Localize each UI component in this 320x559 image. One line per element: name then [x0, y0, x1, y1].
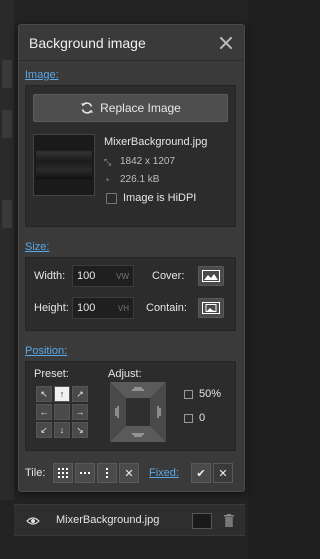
position-section-label: Position: [25, 345, 68, 357]
image-dimensions: 1842 x 1207 [120, 156, 176, 167]
resize-icon: ⤡ [104, 156, 112, 167]
preset-middle-left[interactable]: ← [36, 404, 52, 420]
image-icon [202, 302, 220, 314]
preset-bottom-left[interactable]: ↙ [36, 422, 52, 438]
toolbar-tab[interactable] [2, 110, 12, 138]
thumbnail-preview [36, 149, 92, 179]
preset-top-right[interactable]: ↗ [72, 386, 88, 402]
no-tile-button[interactable]: ✕ [119, 463, 139, 483]
dimensions-row: ⤡ 1842 x 1207 [104, 156, 175, 167]
eye-icon[interactable] [26, 516, 40, 526]
width-label: Width: [34, 270, 66, 282]
height-value: 100 [77, 302, 96, 314]
width-unit: VW [116, 271, 129, 281]
toolbar-tab[interactable] [2, 200, 12, 228]
position-section-box: Preset: ↖ ↑ ↗ ← → ↙ ↓ ↘ Adjust: 50% 0 [25, 361, 236, 451]
height-unit: VH [117, 303, 129, 313]
fixed-on-button[interactable]: ✔ [191, 463, 211, 483]
replace-image-label: Replace Image [100, 101, 181, 115]
y-offset-value: 0 [199, 412, 206, 424]
file-name: MixerBackground.jpg [104, 136, 208, 148]
width-input[interactable]: 100 VW [72, 265, 134, 287]
x-offset[interactable]: 50% [184, 388, 221, 400]
vertical-dots-icon [106, 468, 108, 478]
x-offset-icon [184, 389, 193, 399]
check-icon: ✔ [196, 467, 206, 480]
background-image-panel: Background image Image: Replace Image Mi… [18, 24, 245, 492]
trash-icon[interactable] [224, 514, 234, 527]
toolbar-tab[interactable] [2, 60, 12, 88]
tile-label: Tile: [25, 467, 46, 479]
image-thumbnail [33, 134, 95, 196]
preset-label: Preset: [34, 368, 69, 380]
contain-button[interactable] [198, 298, 224, 318]
close-icon[interactable] [218, 35, 234, 51]
height-label: Height: [34, 302, 69, 314]
close-icon: ✕ [218, 467, 228, 480]
preset-grid: ↖ ↑ ↗ ← → ↙ ↓ ↘ [36, 386, 88, 438]
cover-label: Cover: [152, 270, 185, 282]
preset-center[interactable] [54, 404, 70, 420]
fixed-off-button[interactable]: ✕ [213, 463, 233, 483]
contain-label: Contain: [146, 302, 187, 314]
y-offset[interactable]: 0 [184, 412, 205, 424]
width-value: 100 [77, 270, 96, 282]
y-offset-icon [184, 413, 193, 423]
image-section-box: Replace Image MixerBackground.jpg ⤡ 1842… [25, 85, 236, 227]
file-size: 226.1 kB [120, 174, 160, 185]
preset-top-left[interactable]: ↖ [36, 386, 52, 402]
hidpi-label: Image is HiDPI [123, 192, 197, 204]
preset-middle-right[interactable]: → [72, 404, 88, 420]
adjust-label: Adjust: [108, 368, 142, 380]
height-input[interactable]: 100 VH [72, 297, 134, 319]
adjust-pad[interactable] [110, 382, 166, 442]
panel-title: Background image [29, 34, 146, 51]
left-toolbar [0, 0, 14, 500]
size-section-box: Width: 100 VW Cover: Height: 100 VH Cont… [25, 257, 236, 331]
fixed-label: Fixed: [149, 467, 179, 479]
refresh-icon [81, 102, 94, 114]
image-icon [202, 270, 220, 282]
file-size-row: ◔ 226.1 kB [104, 174, 159, 185]
preset-top-center[interactable]: ↑ [54, 386, 70, 402]
image-section-label: Image: [25, 69, 59, 81]
grid-dots-icon [58, 468, 68, 478]
layer-thumbnail [192, 513, 212, 529]
close-icon: ✕ [124, 467, 134, 480]
hidpi-row: Image is HiDPI [106, 192, 196, 204]
tile-both-button[interactable] [53, 463, 73, 483]
horizontal-dots-icon [80, 472, 90, 474]
cover-button[interactable] [198, 266, 224, 286]
panel-header: Background image [19, 25, 244, 61]
size-section-label: Size: [25, 241, 50, 253]
gauge-icon: ◔ [104, 174, 110, 185]
replace-image-button[interactable]: Replace Image [33, 94, 228, 122]
layer-row[interactable]: MixerBackground.jpg [14, 504, 245, 536]
tile-y-button[interactable] [97, 463, 117, 483]
preset-bottom-right[interactable]: ↘ [72, 422, 88, 438]
layer-name: MixerBackground.jpg [56, 514, 160, 526]
preset-bottom-center[interactable]: ↓ [54, 422, 70, 438]
hidpi-checkbox[interactable] [106, 192, 117, 204]
tile-x-button[interactable] [75, 463, 95, 483]
x-offset-value: 50% [199, 388, 222, 400]
